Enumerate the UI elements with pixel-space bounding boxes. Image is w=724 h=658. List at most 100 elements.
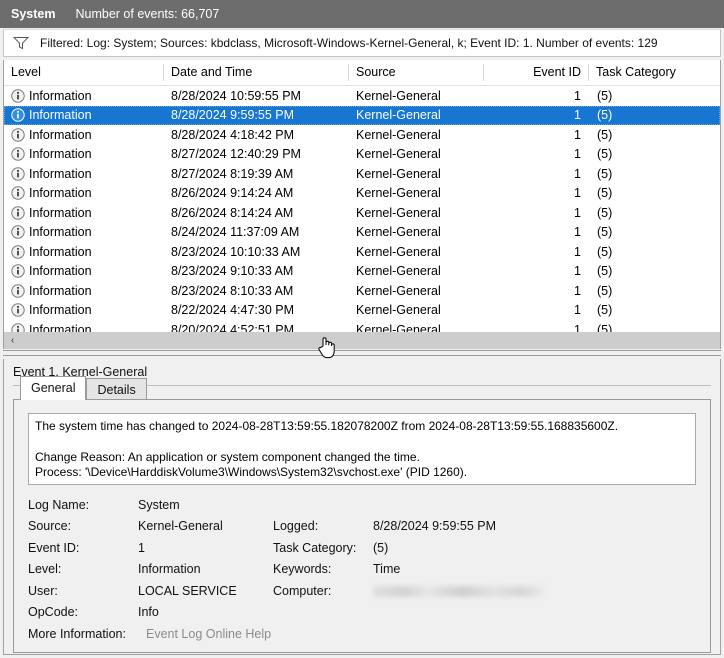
- information-icon: [11, 284, 25, 298]
- cell-event-id: 1: [574, 127, 581, 142]
- cell-event-id: 1: [574, 108, 581, 123]
- cell-date-and-time: 8/28/2024 9:59:55 PM: [171, 108, 295, 123]
- cell-task-category: (5): [597, 127, 613, 142]
- cell-level: Information: [4, 206, 164, 220]
- table-row[interactable]: Information 8/28/2024 9:59:55 PM Kernel-Ge…: [4, 105, 720, 125]
- table-row[interactable]: Information 8/23/2024 9:10:33 AM Kernel-Ge…: [4, 262, 720, 282]
- cell-source: Kernel-General: [356, 88, 441, 103]
- cell-level: Information: [4, 128, 164, 142]
- column-header-task-category[interactable]: Task Category: [589, 60, 719, 85]
- cell-source: Kernel-General: [356, 283, 441, 298]
- event-id-label: Event ID:: [28, 540, 80, 555]
- opcode-value: Info: [138, 605, 159, 620]
- column-header-source[interactable]: Source: [349, 60, 484, 85]
- cell-source: Kernel-General: [356, 108, 441, 123]
- cell-source: Kernel-General: [356, 147, 441, 162]
- cell-event-id: 1: [574, 264, 581, 279]
- tab-details[interactable]: Details: [86, 378, 147, 400]
- table-row[interactable]: Information 8/26/2024 9:14:24 AM Kernel-Ge…: [4, 184, 720, 204]
- tab-general[interactable]: General: [20, 376, 87, 400]
- cell-level-text: Information: [29, 244, 92, 259]
- cell-source: Kernel-General: [356, 322, 441, 332]
- table-row[interactable]: Information 8/28/2024 10:59:55 PM Kernel-G…: [4, 86, 720, 106]
- column-header-date-and-time[interactable]: Date and Time: [164, 60, 349, 85]
- cell-task-category: (5): [597, 303, 613, 318]
- cell-task-category: (5): [597, 108, 613, 123]
- event-viewer-window: System Number of events: 66,707 Filtered…: [0, 0, 724, 658]
- cell-level-text: Information: [29, 205, 92, 220]
- splitter-line-bottom: [3, 355, 721, 356]
- field-row-opcode: OpCode: Info: [28, 602, 696, 624]
- computer-value: [373, 584, 545, 598]
- user-value: LOCAL SERVICE: [138, 583, 237, 598]
- cell-date-and-time: 8/28/2024 10:59:55 PM: [171, 88, 301, 103]
- splitter-line-top: [3, 350, 721, 351]
- field-row-user-computer: User: LOCAL SERVICE Computer:: [28, 580, 696, 602]
- information-icon: [11, 128, 25, 142]
- pane-splitter[interactable]: [0, 350, 724, 359]
- cell-source: Kernel-General: [356, 303, 441, 318]
- task-category-value: (5): [373, 540, 389, 555]
- cell-date-and-time: 8/24/2024 11:37:09 AM: [171, 225, 300, 240]
- log-title-bar: System Number of events: 66,707: [0, 0, 724, 28]
- funnel-icon: [13, 37, 29, 50]
- column-header-level[interactable]: Level: [4, 60, 164, 85]
- table-row[interactable]: Information 8/27/2024 12:40:29 PM Kernel-G…: [4, 145, 720, 165]
- table-row[interactable]: Information 8/22/2024 4:47:30 PM Kernel-Ge…: [4, 301, 720, 321]
- cell-level-text: Information: [29, 108, 92, 123]
- scroll-left-arrow-icon[interactable]: ‹: [4, 333, 21, 348]
- cell-date-and-time: 8/26/2024 8:14:24 AM: [171, 205, 294, 220]
- information-icon: [11, 303, 25, 317]
- scrollbar-track[interactable]: [21, 333, 720, 348]
- field-row-level-keywords: Level: Information Keywords: Time: [28, 559, 696, 581]
- filter-bar[interactable]: Filtered: Log: System; Sources: kbdclass…: [3, 29, 721, 57]
- cell-level-text: Information: [29, 186, 92, 201]
- cell-task-category: (5): [597, 205, 613, 220]
- cell-task-category: (5): [597, 283, 613, 298]
- event-list-horizontal-scrollbar[interactable]: ‹: [3, 332, 721, 349]
- information-icon: [11, 323, 25, 332]
- cell-source: Kernel-General: [356, 186, 441, 201]
- information-icon: [11, 245, 25, 259]
- cell-event-id: 1: [574, 244, 581, 259]
- cell-level: Information: [4, 245, 164, 259]
- cell-task-category: (5): [597, 225, 613, 240]
- event-list-rows: Information 8/28/2024 10:59:55 PM Kernel-G…: [4, 86, 720, 332]
- table-row[interactable]: Information 8/26/2024 8:14:24 AM Kernel-Ge…: [4, 203, 720, 223]
- cell-date-and-time: 8/26/2024 9:14:24 AM: [171, 186, 294, 201]
- table-row[interactable]: Information 8/23/2024 8:10:33 AM Kernel-Ge…: [4, 281, 720, 301]
- keywords-label: Keywords:: [273, 562, 332, 577]
- event-log-online-help-link[interactable]: Event Log Online Help: [146, 627, 271, 641]
- event-list[interactable]: Level Date and Time Source Event ID Task…: [3, 60, 721, 332]
- cell-level-text: Information: [29, 225, 92, 240]
- information-icon: [11, 147, 25, 161]
- filter-description: Filtered: Log: System; Sources: kbdclass…: [40, 36, 658, 50]
- cell-level: Information: [4, 108, 164, 122]
- cell-source: Kernel-General: [356, 205, 441, 220]
- cell-level-text: Information: [29, 166, 92, 181]
- cell-event-id: 1: [574, 166, 581, 181]
- source-value: Kernel-General: [138, 519, 223, 534]
- table-row[interactable]: Information 8/28/2024 4:18:42 PM Kernel-Ge…: [4, 125, 720, 145]
- cell-event-id: 1: [574, 225, 581, 240]
- cell-task-category: (5): [597, 88, 613, 103]
- table-row[interactable]: Information 8/27/2024 8:19:39 AM Kernel-Ge…: [4, 164, 720, 184]
- cell-date-and-time: 8/20/2024 4:52:51 PM: [171, 322, 295, 332]
- table-row[interactable]: Information 8/24/2024 11:37:09 AM Kernel-G…: [4, 223, 720, 243]
- table-row[interactable]: Information 8/23/2024 10:10:33 AM Kernel-G…: [4, 242, 720, 262]
- cell-event-id: 1: [574, 283, 581, 298]
- cell-level-text: Information: [29, 283, 92, 298]
- cell-level: Information: [4, 264, 164, 278]
- cell-level-text: Information: [29, 303, 92, 318]
- table-row[interactable]: Information 8/20/2024 4:52:51 PM Kernel-Ge…: [4, 320, 720, 332]
- cell-event-id: 1: [574, 88, 581, 103]
- event-description-box[interactable]: The system time has changed to 2024-08-2…: [28, 413, 696, 485]
- column-header-event-id[interactable]: Event ID: [484, 60, 589, 85]
- keywords-value: Time: [373, 562, 401, 577]
- description-line-1: The system time has changed to 2024-08-2…: [35, 419, 619, 433]
- log-name-label: Log Name:: [28, 497, 90, 512]
- event-list-header: Level Date and Time Source Event ID Task…: [4, 60, 720, 86]
- cell-level-text: Information: [29, 147, 92, 162]
- cell-level: Information: [4, 303, 164, 317]
- cell-level: Information: [4, 225, 164, 239]
